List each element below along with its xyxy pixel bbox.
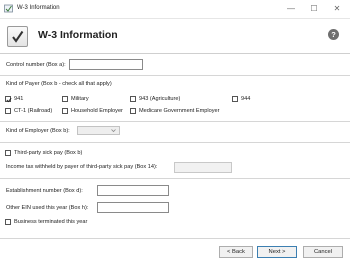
checkbox-terminated-label: Business terminated this year — [14, 219, 88, 225]
checkbox-third-party[interactable] — [5, 150, 11, 156]
establishment-input[interactable] — [97, 185, 169, 196]
employer-kind-select[interactable] — [77, 126, 120, 135]
chevron-down-icon — [111, 127, 116, 136]
checkbox-944[interactable] — [232, 96, 238, 102]
page-title: W-3 Information — [38, 29, 118, 41]
checkbox-943[interactable] — [130, 96, 136, 102]
divider — [0, 238, 350, 239]
minimize-button[interactable]: — — [280, 2, 302, 15]
checkbox-ct1[interactable] — [5, 108, 11, 114]
checkbox-terminated[interactable] — [5, 219, 11, 225]
checkbox-941[interactable] — [5, 96, 12, 103]
divider — [0, 142, 350, 143]
checkbox-medicare[interactable] — [130, 108, 136, 114]
checkbox-household-label: Household Employer — [71, 108, 123, 114]
help-icon[interactable]: ? — [328, 29, 339, 40]
other-ein-input[interactable] — [97, 202, 169, 213]
next-button[interactable]: Next > — [257, 246, 297, 258]
checkbox-medicare-label: Medicare Government Employer — [139, 108, 220, 114]
close-button[interactable]: ✕ — [326, 2, 348, 15]
checkbox-household[interactable] — [62, 108, 68, 114]
checkbox-military[interactable] — [62, 96, 68, 102]
maximize-button[interactable]: ☐ — [303, 2, 325, 15]
control-number-label: Control number (Box a): — [6, 62, 66, 68]
checklist-icon — [7, 26, 28, 47]
divider — [0, 178, 350, 179]
checkbox-943-label: 943 (Agriculture) — [139, 96, 181, 102]
employer-kind-label: Kind of Employer (Box b): — [6, 128, 70, 134]
back-button[interactable]: < Back — [219, 246, 253, 258]
other-ein-label: Other EIN used this year (Box h): — [6, 205, 89, 211]
checkbox-ct1-label: CT-1 (Railroad) — [14, 108, 53, 114]
third-party-tax-input[interactable] — [174, 162, 232, 173]
establishment-label: Establishment number (Box d): — [6, 188, 83, 194]
cancel-button[interactable]: Cancel — [303, 246, 343, 258]
checkbox-944-label: 944 — [241, 96, 251, 102]
app-icon — [4, 4, 13, 13]
third-party-tax-label: Income tax withheld by payer of third-pa… — [6, 164, 158, 170]
checkbox-military-label: Military — [71, 96, 89, 102]
checkbox-941-label: 941 — [14, 96, 24, 102]
window-title: W-3 Information — [17, 5, 60, 11]
control-number-input[interactable] — [69, 59, 143, 70]
divider — [0, 75, 350, 76]
checkbox-third-party-label: Third-party sick pay (Box b) — [14, 150, 83, 156]
payer-kind-label: Kind of Payer (Box b - check all that ap… — [6, 81, 112, 87]
divider — [0, 121, 350, 122]
